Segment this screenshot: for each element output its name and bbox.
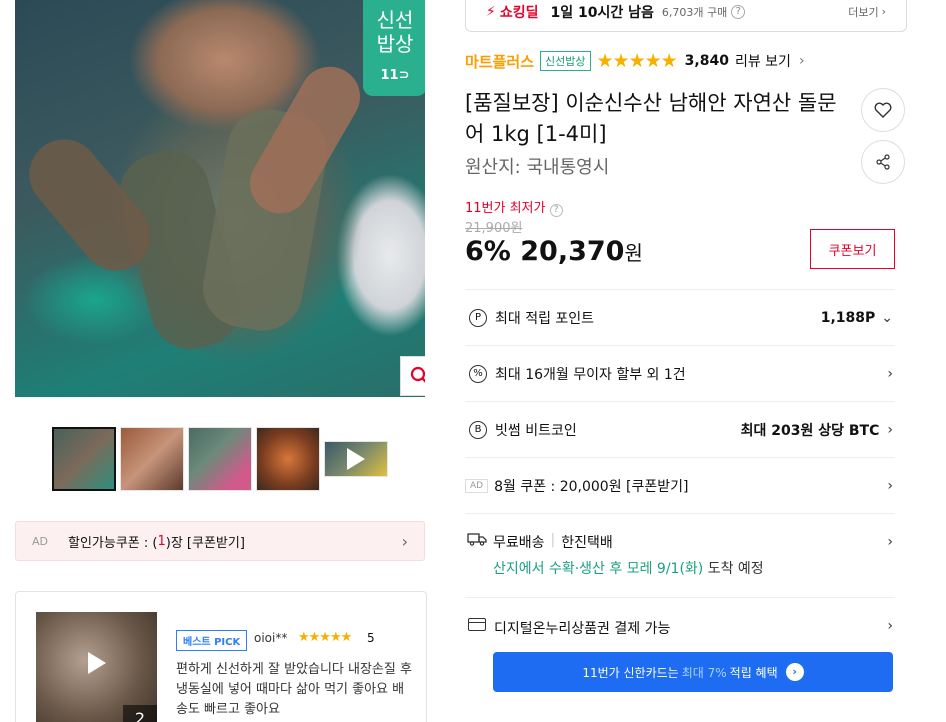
points-value: 1,188P <box>820 309 876 326</box>
price-currency: 원 <box>624 241 643 265</box>
review-stars: ★★★★★ <box>298 630 352 645</box>
point-icon: P <box>469 308 487 327</box>
origin: 원산지: 국내통영시 <box>465 157 610 178</box>
chevron-right-icon: › <box>798 53 805 69</box>
shocking-deal-bar: ⚡ 쇼킹딜 1일 10시간 남음 6,703개 구매 ? 더보기 › <box>465 0 907 32</box>
ad-label: AD <box>32 534 48 548</box>
installment-row[interactable]: % 최대 16개월 무이자 할부 외 1건 › <box>465 345 895 401</box>
chevron-right-icon: › <box>881 5 886 18</box>
deal-label: 쇼킹딜 <box>499 4 539 21</box>
rating-stars: ★★★★★ <box>596 50 678 72</box>
chevron-down-icon: ⌄ <box>881 309 893 326</box>
deal-buy-count: 6,703개 구매 <box>661 5 728 19</box>
review-image[interactable]: 2 <box>36 612 157 722</box>
shipping-eta: 산지에서 수확·생산 후 모레 9/1(화) 도착 예정 <box>493 561 764 577</box>
thumbnail-2[interactable] <box>120 427 184 491</box>
review-image-count: 2 <box>123 705 157 722</box>
share-button[interactable] <box>861 140 905 184</box>
chevron-right-icon: › <box>887 477 893 494</box>
ad-label: AD <box>465 478 489 493</box>
share-icon <box>876 154 890 170</box>
thumbnail-strip <box>52 427 388 491</box>
bitcoin-value: 최대 203원 상당 BTC <box>740 422 880 439</box>
lightning-icon: ⚡ <box>486 3 496 20</box>
chevron-right-icon: › <box>887 534 893 550</box>
coupon-ad-bar[interactable]: AD 할인가능쿠폰 : (1)장 [쿠폰받기] › <box>15 521 425 561</box>
truck-icon <box>467 533 487 546</box>
view-coupon-button[interactable]: 쿠폰보기 <box>810 229 895 269</box>
arrow-right-icon: › <box>785 663 804 681</box>
thumbnail-1[interactable] <box>52 427 116 491</box>
points-label: 최대 적립 포인트 <box>495 310 595 327</box>
deal-more-link[interactable]: 더보기 <box>848 4 878 20</box>
seller-row: 마트플러스 신선밥상 ★★★★★ 3,840 리뷰 보기 › <box>465 50 805 72</box>
coupon-ad-suffix: )장 [쿠폰받기] <box>165 535 245 551</box>
digital-voucher-label: 디지털온누리상품권 결제 가능 <box>494 621 671 637</box>
zoom-button[interactable] <box>400 356 425 396</box>
product-title: [품질보장] 이순신수산 남해안 자연산 돌문어 1kg [1-4미] <box>465 91 837 146</box>
august-coupon-row[interactable]: AD 8월 쿠폰 : 20,000원 [쿠폰받기] › <box>465 457 895 513</box>
chevron-right-icon: › <box>401 531 408 551</box>
benefit-list: P 최대 적립 포인트 1,188P ⌄ % 최대 16개월 무이자 할부 외 … <box>465 289 895 653</box>
magnifier-icon <box>410 366 425 383</box>
chevron-right-icon: › <box>887 421 893 438</box>
bitcoin-row[interactable]: B 빗썸 비트코인 최대 203원 상당 BTC › <box>465 401 895 457</box>
bitcoin-label: 빗썸 비트코인 <box>495 422 577 439</box>
shipping-row[interactable]: 무료배송 | 한진택배 › 산지에서 수확·생산 후 모레 9/1(화) 도착 … <box>465 513 895 597</box>
card-icon <box>468 618 486 631</box>
original-price: 21,900원 <box>465 221 523 236</box>
thumbnail-video[interactable] <box>324 441 388 477</box>
heart-icon <box>874 102 892 118</box>
play-icon <box>347 448 365 470</box>
review-link[interactable]: 리뷰 보기 <box>735 51 791 71</box>
product-main-image[interactable]: 신선 밥상 11⊃ <box>15 0 425 397</box>
shipping-carrier: 한진택배 <box>561 535 613 551</box>
seller-name[interactable]: 마트플러스 <box>465 51 534 72</box>
deal-time-left: 1일 10시간 남음 <box>550 4 654 21</box>
review-count[interactable]: 3,840 <box>685 53 729 69</box>
august-coupon-label: 8월 쿠폰 : 20,000원 [쿠폰받기] <box>494 478 689 495</box>
chevron-right-icon: › <box>887 365 893 382</box>
wishlist-button[interactable] <box>861 88 905 132</box>
coupon-ad-prefix: 할인가능쿠폰 : ( <box>68 535 158 551</box>
bitcoin-icon: B <box>469 420 487 439</box>
price-amount: 20,370 <box>520 236 625 267</box>
installment-label: 최대 16개월 무이자 할부 외 1건 <box>495 366 686 383</box>
discount-rate: 6% <box>465 236 511 267</box>
help-icon[interactable]: ? <box>731 4 746 19</box>
divider: | <box>550 532 556 548</box>
help-icon[interactable]: ? <box>549 204 563 217</box>
review-score: 5 <box>367 631 375 645</box>
points-row[interactable]: P 최대 적립 포인트 1,188P ⌄ <box>465 289 895 345</box>
review-text: 편하게 신선하게 잘 받았습니다 내장손질 후 냉동실에 넣어 때마다 삶아 먹… <box>176 662 412 717</box>
fresh-tag: 신선밥상 <box>540 51 591 71</box>
shinhan-card-banner[interactable]: 11번가 신한카드는 최대 7% 적립 혜택 › <box>493 652 893 692</box>
best-pick-badge: 베스트 PICK <box>176 630 248 651</box>
chevron-right-icon: › <box>887 618 893 634</box>
play-icon <box>88 652 106 674</box>
digital-voucher-row[interactable]: 디지털온누리상품권 결제 가능 › <box>465 597 895 653</box>
fresh-table-badge: 신선 밥상 11⊃ <box>363 0 425 96</box>
thumbnail-4[interactable] <box>256 427 320 491</box>
shipping-label: 무료배송 <box>493 535 545 551</box>
percent-icon: % <box>469 364 487 383</box>
lowest-price-label: 11번가 최저가 ? <box>465 197 563 217</box>
reviewer-name: oioi** <box>254 631 288 645</box>
best-review-card[interactable]: 2 베스트 PICK oioi** ★★★★★ 5 편하게 신선하게 잘 받았습… <box>15 591 427 722</box>
coupon-ad-count: 1 <box>157 533 166 549</box>
sale-price: 6% 20,370원 <box>465 236 643 267</box>
thumbnail-3[interactable] <box>188 427 252 491</box>
